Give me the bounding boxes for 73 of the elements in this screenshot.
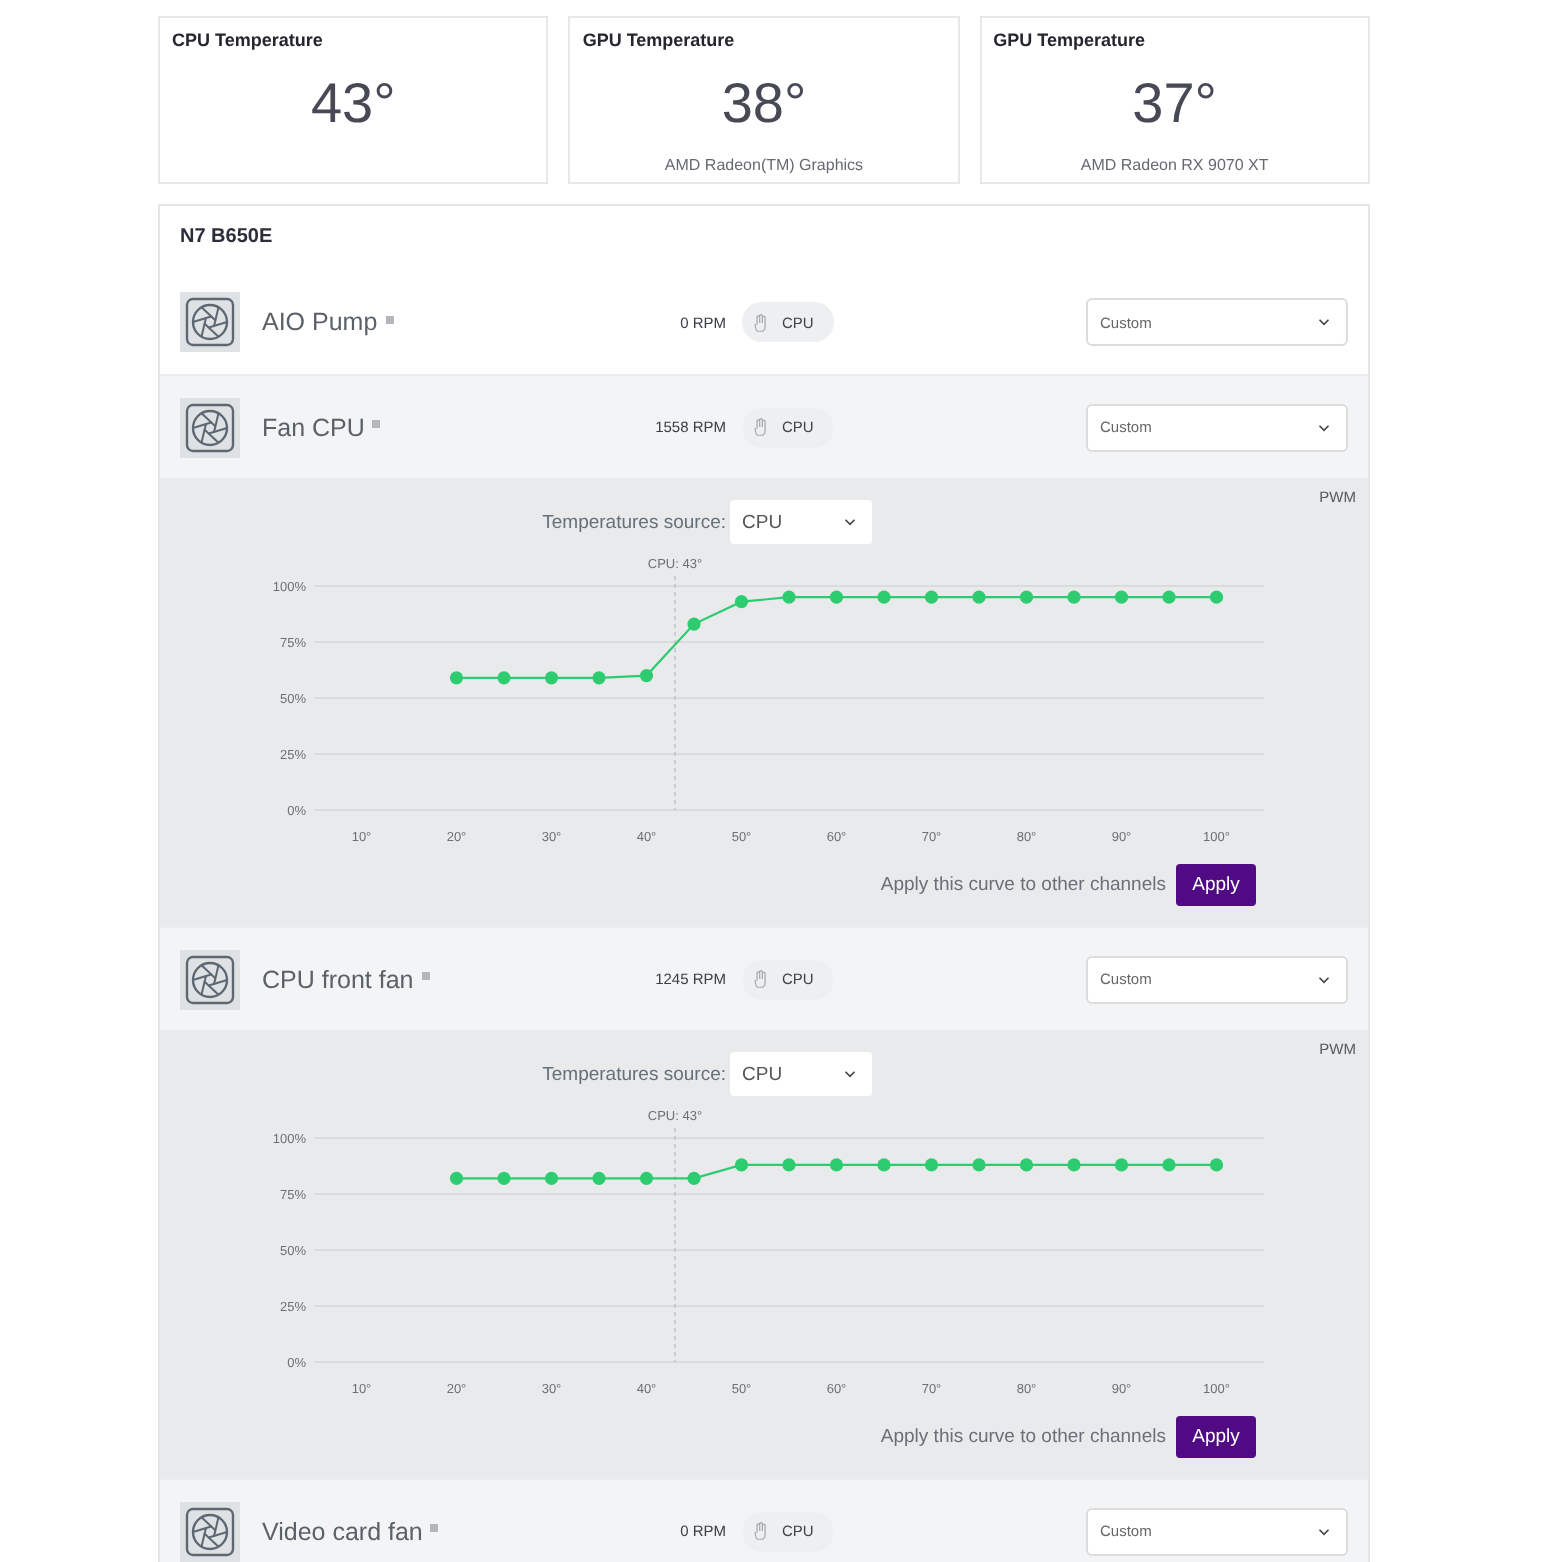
data-point[interactable]: [449, 671, 464, 685]
chevron-down-icon: [1318, 318, 1330, 326]
data-point[interactable]: [1019, 1158, 1034, 1172]
data-point[interactable]: [1209, 1158, 1224, 1172]
data-point[interactable]: [1162, 1158, 1176, 1172]
chevron-down-icon: [844, 518, 856, 526]
card-title: CPU Temperature: [172, 28, 323, 52]
temperature-value: 43°: [310, 70, 396, 138]
data-point[interactable]: [1162, 590, 1176, 604]
apply-hint: Apply this curve to other channels: [880, 874, 1166, 896]
fan-icon: [180, 1501, 240, 1561]
hand-icon: [754, 970, 766, 988]
data-point[interactable]: [782, 590, 796, 604]
board-title: N7 B650E: [178, 224, 275, 252]
temperature-source-dropdown[interactable]: CPU: [730, 1052, 872, 1096]
data-point[interactable]: [782, 1158, 796, 1172]
chevron-down-icon: [844, 1070, 856, 1078]
channel-name: AIO Pump: [262, 308, 378, 336]
card-title: GPU Temperature: [582, 28, 735, 52]
data-point[interactable]: [1067, 1158, 1081, 1172]
chevron-down-icon: [1318, 423, 1330, 431]
source-label: Temperatures source:: [540, 1063, 726, 1085]
data-point[interactable]: [829, 1158, 844, 1172]
data-point[interactable]: [1067, 590, 1081, 604]
data-point[interactable]: [449, 1171, 464, 1185]
card-title: GPU Temperature: [993, 28, 1146, 52]
data-point[interactable]: [497, 1171, 511, 1185]
data-point[interactable]: [877, 590, 891, 604]
data-point[interactable]: [497, 671, 511, 685]
channel-name: Fan CPU: [262, 413, 365, 441]
square-icon: [430, 1524, 439, 1532]
square-icon: [385, 315, 394, 323]
data-point[interactable]: [639, 669, 654, 683]
data-point[interactable]: [687, 617, 701, 631]
data-point[interactable]: [1114, 590, 1129, 604]
data-point[interactable]: [924, 1158, 939, 1172]
temperature-value: 38°: [721, 70, 807, 138]
data-point[interactable]: [1114, 1158, 1129, 1172]
data-point[interactable]: [639, 1171, 654, 1185]
chevron-down-icon: [1318, 1527, 1330, 1535]
data-point[interactable]: [734, 595, 749, 609]
data-point[interactable]: [972, 1158, 986, 1172]
chevron-down-icon: [1318, 975, 1330, 983]
apply-button[interactable]: Apply: [1176, 1416, 1256, 1458]
data-point[interactable]: [592, 1171, 606, 1185]
data-point[interactable]: [687, 1171, 701, 1185]
fan-icon: [180, 949, 240, 1009]
apply-hint: Apply this curve to other channels: [880, 1426, 1166, 1448]
device-name: AMD Radeon RX 9070 XT: [1080, 156, 1269, 176]
data-point[interactable]: [1019, 590, 1034, 604]
channel-name: CPU front fan: [262, 965, 414, 993]
apply-button[interactable]: Apply: [1176, 864, 1256, 906]
data-point[interactable]: [592, 671, 606, 685]
fan-icon: [180, 292, 240, 352]
data-point[interactable]: [544, 671, 559, 685]
data-point[interactable]: [734, 1158, 749, 1172]
hand-icon: [754, 1522, 766, 1540]
device-name: AMD Radeon(TM) Graphics: [664, 156, 864, 176]
data-point[interactable]: [829, 590, 844, 604]
hand-icon: [754, 418, 766, 436]
temperature-value: 37°: [1132, 70, 1217, 138]
fan-icon: [180, 397, 240, 457]
data-point[interactable]: [924, 590, 939, 604]
temperature-source-dropdown[interactable]: CPU: [730, 500, 872, 544]
data-point[interactable]: [972, 590, 986, 604]
square-icon: [372, 420, 381, 428]
square-icon: [421, 972, 430, 980]
channel-name: Video card fan: [262, 1517, 423, 1545]
source-label: Temperatures source:: [540, 511, 726, 533]
data-point[interactable]: [1209, 590, 1224, 604]
data-point[interactable]: [877, 1158, 891, 1172]
hand-icon: [754, 313, 766, 331]
data-point[interactable]: [544, 1171, 559, 1185]
